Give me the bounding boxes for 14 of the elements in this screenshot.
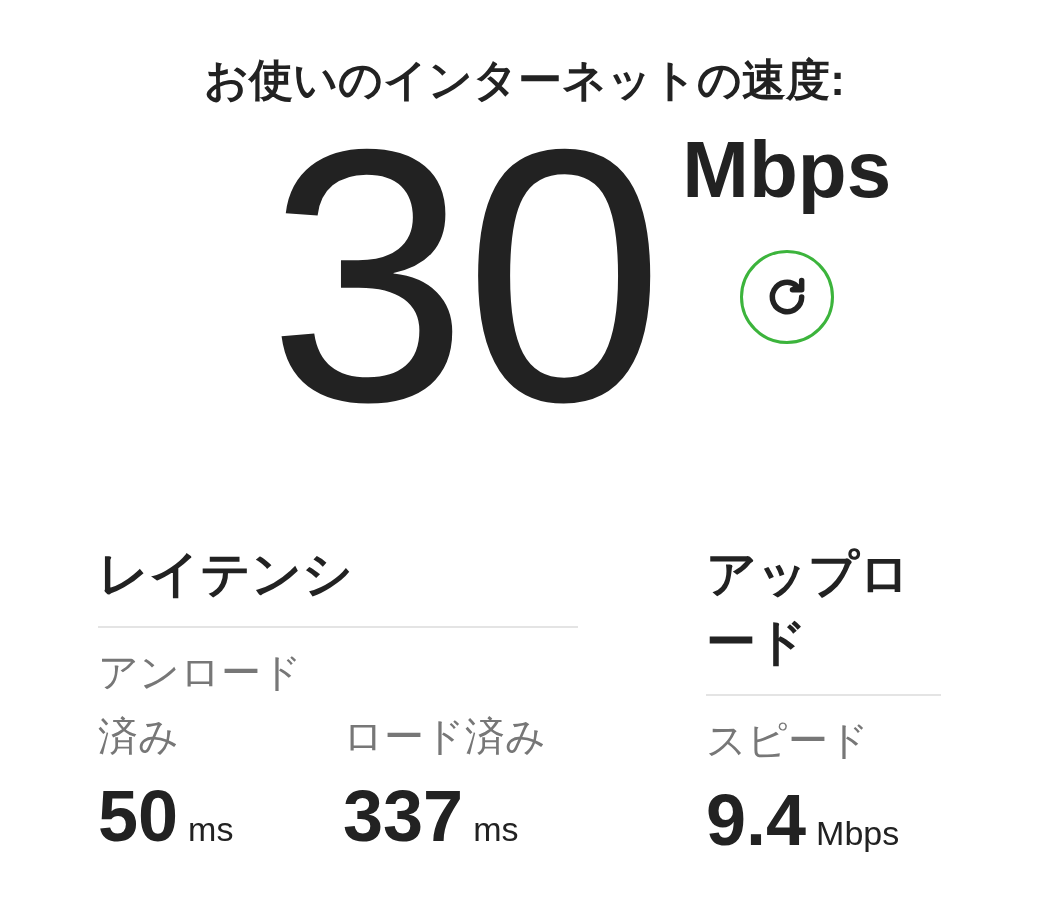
speed-value: 30	[267, 110, 661, 440]
page-title: お使いのインターネットの速度:	[204, 54, 845, 106]
speed-unit: Mbps	[682, 124, 892, 216]
metric-unit: ms	[188, 810, 234, 849]
metric-value: 9.4	[706, 779, 807, 862]
metric-label: アンロード済み	[98, 649, 303, 760]
metric-unit: Mbps	[816, 814, 900, 853]
metric-value: 337	[343, 775, 464, 858]
metric-value: 50	[98, 775, 179, 858]
section-heading: アップロード	[706, 540, 941, 696]
metric-unit: ms	[473, 810, 519, 849]
metric-label: スピード	[706, 717, 870, 764]
section-heading: レイテンシ	[98, 540, 578, 628]
metric-label: ロード済み	[343, 713, 547, 760]
